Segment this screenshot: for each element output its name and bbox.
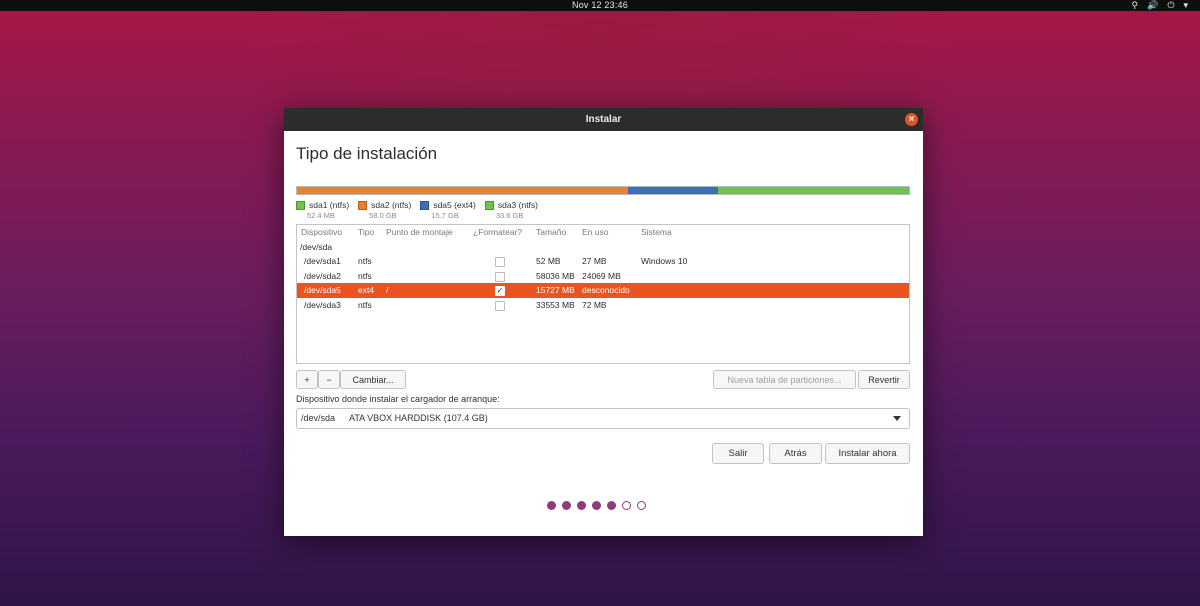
revert-button[interactable]: Revertir [858, 370, 910, 389]
bootloader-device-select[interactable]: /dev/sda ATA VBOX HARDDISK (107.4 GB) [296, 408, 910, 429]
cell-device: /dev/sda2 [304, 270, 341, 281]
dropdown-arrow-icon [893, 416, 901, 421]
close-icon[interactable]: × [905, 113, 918, 126]
table-row[interactable]: /dev/sda1 ntfs 52 MB 27 MB Windows 10 [297, 254, 909, 269]
quit-button[interactable]: Salir [712, 443, 764, 464]
window-title-text: Instalar [585, 114, 622, 125]
progress-dot [577, 501, 586, 510]
partition-segment-sda5 [628, 187, 719, 194]
legend-swatch [358, 200, 368, 210]
header-used[interactable]: En uso [582, 225, 608, 240]
top-bar: Nov 12 23:46 ⚲ 🔊 ⏻ ▾ [0, 0, 1200, 11]
legend-item: sda2 (ntfs) 58.0 GB [358, 200, 411, 220]
legend-size: 33.6 GB [495, 211, 524, 220]
cell-used: 27 MB [582, 256, 607, 266]
clock[interactable]: Nov 12 23:46 [0, 0, 1200, 11]
table-row[interactable]: /dev/sda3 ntfs 33553 MB 72 MB [297, 298, 909, 313]
legend-label: sda5 (ext4) [433, 200, 476, 210]
bootloader-device: /dev/sda [301, 413, 336, 423]
partition-bar [296, 186, 910, 195]
cell-size: 52 MB [536, 256, 561, 266]
cell-device: /dev/sda5 [304, 285, 341, 295]
legend-item: sda5 (ext4) 15.7 GB [420, 200, 476, 220]
legend-label: sda3 (ntfs) [497, 200, 538, 210]
cell-used: 72 MB [582, 299, 607, 310]
system-tray[interactable]: ⚲ 🔊 ⏻ ▾ [1132, 0, 1188, 11]
cell-size: 33553 MB [536, 299, 575, 310]
power-icon[interactable]: ⏻ [1167, 0, 1174, 11]
header-system[interactable]: Sistema [641, 225, 672, 240]
installer-window: Instalar × Tipo de instalación sda1 (ntf… [284, 108, 923, 536]
chevron-down-icon[interactable]: ▾ [1183, 0, 1188, 11]
remove-partition-button[interactable]: − [318, 370, 340, 389]
legend-label: sda2 (ntfs) [371, 200, 412, 210]
cell-type: ntfs [358, 299, 372, 310]
format-checkbox[interactable] [495, 257, 505, 267]
legend-swatch [484, 200, 494, 210]
cell-used: 24069 MB [582, 270, 621, 281]
cell-type: ntfs [358, 270, 372, 281]
legend-size: 58.0 GB [369, 211, 397, 220]
back-button[interactable]: Atrás [769, 443, 822, 464]
table-row[interactable]: /dev/sda5 ext4 / 15727 MB desconocido ✓ [297, 283, 909, 298]
table-row[interactable]: /dev/sda2 ntfs 58036 MB 24069 MB [297, 269, 909, 284]
legend-swatch [420, 200, 430, 210]
add-partition-button[interactable]: + [296, 370, 318, 389]
progress-dot [622, 501, 631, 510]
legend-item: sda3 (ntfs) 33.6 GB [484, 200, 538, 220]
device-group-label: /dev/sda [300, 241, 333, 252]
network-icon[interactable]: ⚲ [1132, 0, 1139, 11]
cell-size: 58036 MB [536, 270, 575, 281]
window-title: Instalar × [284, 108, 923, 131]
legend-size: 15.7 GB [431, 211, 459, 220]
table-header: Dispositivo Tipo Punto de montaje ¿Forma… [297, 225, 909, 240]
header-format[interactable]: ¿Formatear? [473, 225, 522, 240]
cell-system: Windows 10 [641, 256, 688, 266]
legend-swatch [296, 200, 305, 210]
cell-device: /dev/sda3 [304, 299, 341, 310]
progress-dot [607, 501, 616, 510]
progress-dot [547, 501, 556, 510]
page-title: Tipo de instalación [296, 144, 438, 163]
legend-item: sda1 (ntfs) 52.4 MB [296, 200, 349, 220]
install-now-button[interactable]: Instalar ahora [825, 443, 910, 464]
partition-segment-sda3 [718, 187, 909, 194]
format-checkbox[interactable] [495, 271, 505, 282]
cell-mount: / [386, 285, 389, 295]
cell-size: 15727 MB [536, 285, 575, 295]
cell-used: desconocido [582, 285, 630, 295]
header-mount[interactable]: Punto de montaje [386, 225, 453, 240]
partition-legend: sda1 (ntfs) 52.4 MB sda2 (ntfs) 58.0 GB sda5… [296, 200, 538, 220]
cell-type: ntfs [358, 256, 372, 266]
new-partition-table-button[interactable]: Nueva tabla de particiones... [713, 370, 856, 389]
change-partition-button[interactable]: Cambiar... [340, 370, 406, 389]
progress-dots [547, 501, 646, 510]
volume-icon[interactable]: 🔊 [1147, 0, 1158, 11]
header-device[interactable]: Dispositivo [301, 225, 342, 240]
table-row-group[interactable]: /dev/sda [297, 240, 909, 255]
header-type[interactable]: Tipo [358, 225, 374, 240]
progress-dot [592, 501, 601, 510]
format-checkbox[interactable]: ✓ [495, 286, 505, 296]
format-checkbox[interactable] [495, 300, 505, 311]
progress-dot [637, 501, 646, 510]
header-size[interactable]: Tamaño [536, 225, 566, 240]
bootloader-label: Dispositivo donde instalar el cargador d… [296, 394, 500, 404]
partition-table: Dispositivo Tipo Punto de montaje ¿Forma… [296, 224, 910, 364]
progress-dot [562, 501, 571, 510]
cell-type: ext4 [358, 285, 375, 295]
bootloader-description: ATA VBOX HARDDISK (107.4 GB) [349, 413, 488, 423]
partition-segment-sda2 [298, 187, 629, 194]
legend-label: sda1 (ntfs) [309, 200, 350, 210]
legend-size: 52.4 MB [307, 211, 335, 220]
cell-device: /dev/sda1 [304, 256, 341, 266]
